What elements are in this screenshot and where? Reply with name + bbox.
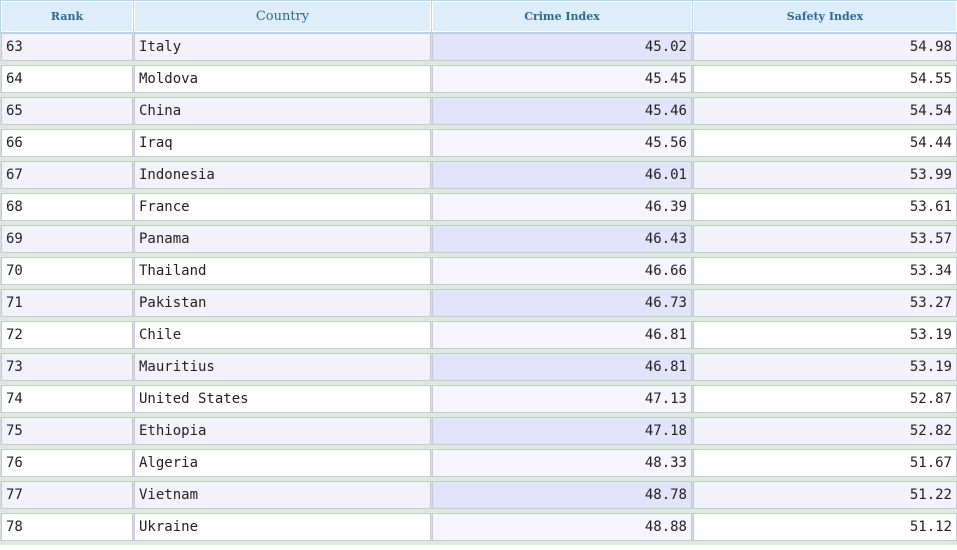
column-header-crime-index[interactable]: Crime Index (431, 0, 693, 33)
safety-index-cell: 53.19 (692, 318, 957, 353)
column-header-safety-index[interactable]: Safety Index (692, 0, 957, 33)
rank-cell: 66 (0, 126, 134, 161)
crime-index-cell: 46.66 (431, 254, 693, 289)
table-row: 69 Panama 46.43 53.57 (0, 222, 957, 257)
rank-cell: 78 (0, 510, 134, 545)
safety-index-cell: 53.19 (692, 350, 957, 385)
rank-cell: 68 (0, 190, 134, 225)
country-cell: France (133, 190, 432, 225)
crime-index-cell: 45.46 (431, 94, 693, 129)
country-cell: Mauritius (133, 350, 432, 385)
crime-index-cell: 46.73 (431, 286, 693, 321)
crime-index-cell: 45.56 (431, 126, 693, 161)
table-body: 63 Italy 45.02 54.98 64 Moldova 45.45 54… (0, 32, 957, 545)
safety-index-cell: 53.99 (692, 158, 957, 193)
rank-cell: 70 (0, 254, 134, 289)
rank-cell: 77 (0, 478, 134, 513)
country-cell: Indonesia (133, 158, 432, 193)
crime-index-cell: 47.13 (431, 382, 693, 417)
rank-cell: 72 (0, 318, 134, 353)
table-row: 76 Algeria 48.33 51.67 (0, 446, 957, 481)
country-cell: Moldova (133, 62, 432, 97)
country-cell: Ethiopia (133, 414, 432, 449)
crime-index-cell: 46.39 (431, 190, 693, 225)
table-row: 75 Ethiopia 47.18 52.82 (0, 414, 957, 449)
table-row: 74 United States 47.13 52.87 (0, 382, 957, 417)
rank-cell: 75 (0, 414, 134, 449)
crime-index-cell: 46.81 (431, 318, 693, 353)
safety-index-cell: 51.22 (692, 478, 957, 513)
country-cell: Panama (133, 222, 432, 257)
safety-index-cell: 52.82 (692, 414, 957, 449)
rank-cell: 76 (0, 446, 134, 481)
country-cell: China (133, 94, 432, 129)
crime-index-table: Rank Country Crime Index Safety Index 63… (0, 0, 957, 545)
crime-index-cell: 48.33 (431, 446, 693, 481)
safety-index-cell: 54.54 (692, 94, 957, 129)
table-row: 72 Chile 46.81 53.19 (0, 318, 957, 353)
safety-index-cell: 52.87 (692, 382, 957, 417)
country-cell: Chile (133, 318, 432, 353)
table-row: 64 Moldova 45.45 54.55 (0, 62, 957, 97)
safety-index-cell: 53.61 (692, 190, 957, 225)
table-row: 65 China 45.46 54.54 (0, 94, 957, 129)
crime-index-cell: 46.01 (431, 158, 693, 193)
country-cell: Italy (133, 32, 432, 65)
table-row: 67 Indonesia 46.01 53.99 (0, 158, 957, 193)
rank-cell: 69 (0, 222, 134, 257)
country-cell: Vietnam (133, 478, 432, 513)
crime-index-cell: 45.45 (431, 62, 693, 97)
safety-index-cell: 53.27 (692, 286, 957, 321)
safety-index-cell: 54.55 (692, 62, 957, 97)
table-header: Rank Country Crime Index Safety Index (0, 0, 957, 33)
crime-index-cell: 47.18 (431, 414, 693, 449)
table-row: 78 Ukraine 48.88 51.12 (0, 510, 957, 545)
country-cell: Pakistan (133, 286, 432, 321)
rank-cell: 63 (0, 32, 134, 65)
crime-index-cell: 46.43 (431, 222, 693, 257)
table-row: 71 Pakistan 46.73 53.27 (0, 286, 957, 321)
rank-cell: 67 (0, 158, 134, 193)
crime-index-cell: 46.81 (431, 350, 693, 385)
column-header-country[interactable]: Country (133, 0, 432, 33)
safety-index-cell: 53.57 (692, 222, 957, 257)
column-header-rank[interactable]: Rank (0, 0, 134, 33)
rank-cell: 65 (0, 94, 134, 129)
country-cell: Iraq (133, 126, 432, 161)
table-row: 70 Thailand 46.66 53.34 (0, 254, 957, 289)
table-row: 73 Mauritius 46.81 53.19 (0, 350, 957, 385)
rank-cell: 71 (0, 286, 134, 321)
country-cell: Ukraine (133, 510, 432, 545)
table-row: 63 Italy 45.02 54.98 (0, 32, 957, 65)
safety-index-cell: 54.98 (692, 32, 957, 65)
country-cell: Algeria (133, 446, 432, 481)
country-cell: United States (133, 382, 432, 417)
rank-cell: 64 (0, 62, 134, 97)
crime-index-cell: 48.78 (431, 478, 693, 513)
crime-index-cell: 45.02 (431, 32, 693, 65)
rank-cell: 74 (0, 382, 134, 417)
safety-index-cell: 54.44 (692, 126, 957, 161)
safety-index-cell: 51.67 (692, 446, 957, 481)
table-row: 66 Iraq 45.56 54.44 (0, 126, 957, 161)
table-row: 68 France 46.39 53.61 (0, 190, 957, 225)
safety-index-cell: 53.34 (692, 254, 957, 289)
header-row: Rank Country Crime Index Safety Index (0, 0, 957, 33)
safety-index-cell: 51.12 (692, 510, 957, 545)
country-cell: Thailand (133, 254, 432, 289)
crime-index-cell: 48.88 (431, 510, 693, 545)
rank-cell: 73 (0, 350, 134, 385)
table-row: 77 Vietnam 48.78 51.22 (0, 478, 957, 513)
